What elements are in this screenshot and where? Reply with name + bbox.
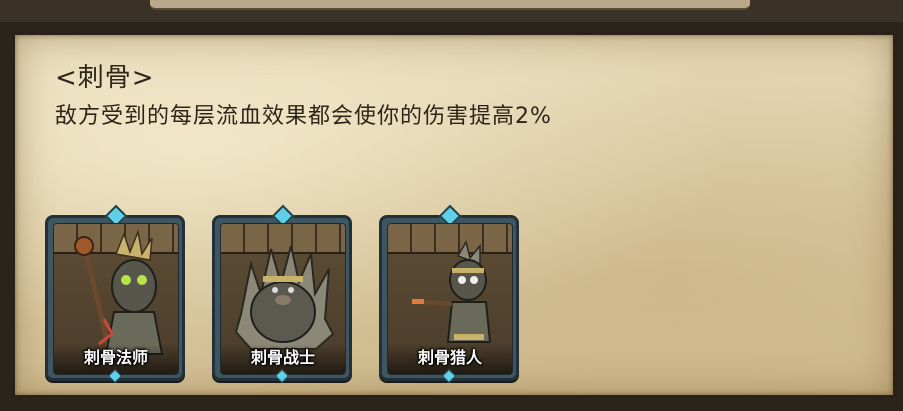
unit-name-label: 刺骨猎人 bbox=[417, 348, 482, 367]
unit-portrait: 刺骨法师 bbox=[53, 223, 179, 375]
unit-portrait: 刺骨猎人 bbox=[387, 223, 513, 375]
unit-card-warrior[interactable]: 刺骨战士 bbox=[212, 204, 352, 384]
top-panel-edge bbox=[150, 0, 750, 10]
ability-title: <刺骨> bbox=[55, 63, 155, 93]
unit-name-label: 刺骨法师 bbox=[83, 348, 148, 367]
unit-card-hunter[interactable]: 刺骨猎人 bbox=[379, 204, 519, 384]
unit-portrait: 刺骨战士 bbox=[220, 223, 346, 375]
unit-card-mage[interactable]: 刺骨法师 bbox=[45, 204, 185, 384]
ability-info-panel: <刺骨> 敌方受到的每层流血效果都会使你的伤害提高2% 刺骨法师 刺骨战士 刺骨… bbox=[12, 32, 896, 398]
ability-description: 敌方受到的每层流血效果都会使你的伤害提高2% bbox=[55, 104, 552, 129]
unit-name-label: 刺骨战士 bbox=[250, 348, 315, 367]
